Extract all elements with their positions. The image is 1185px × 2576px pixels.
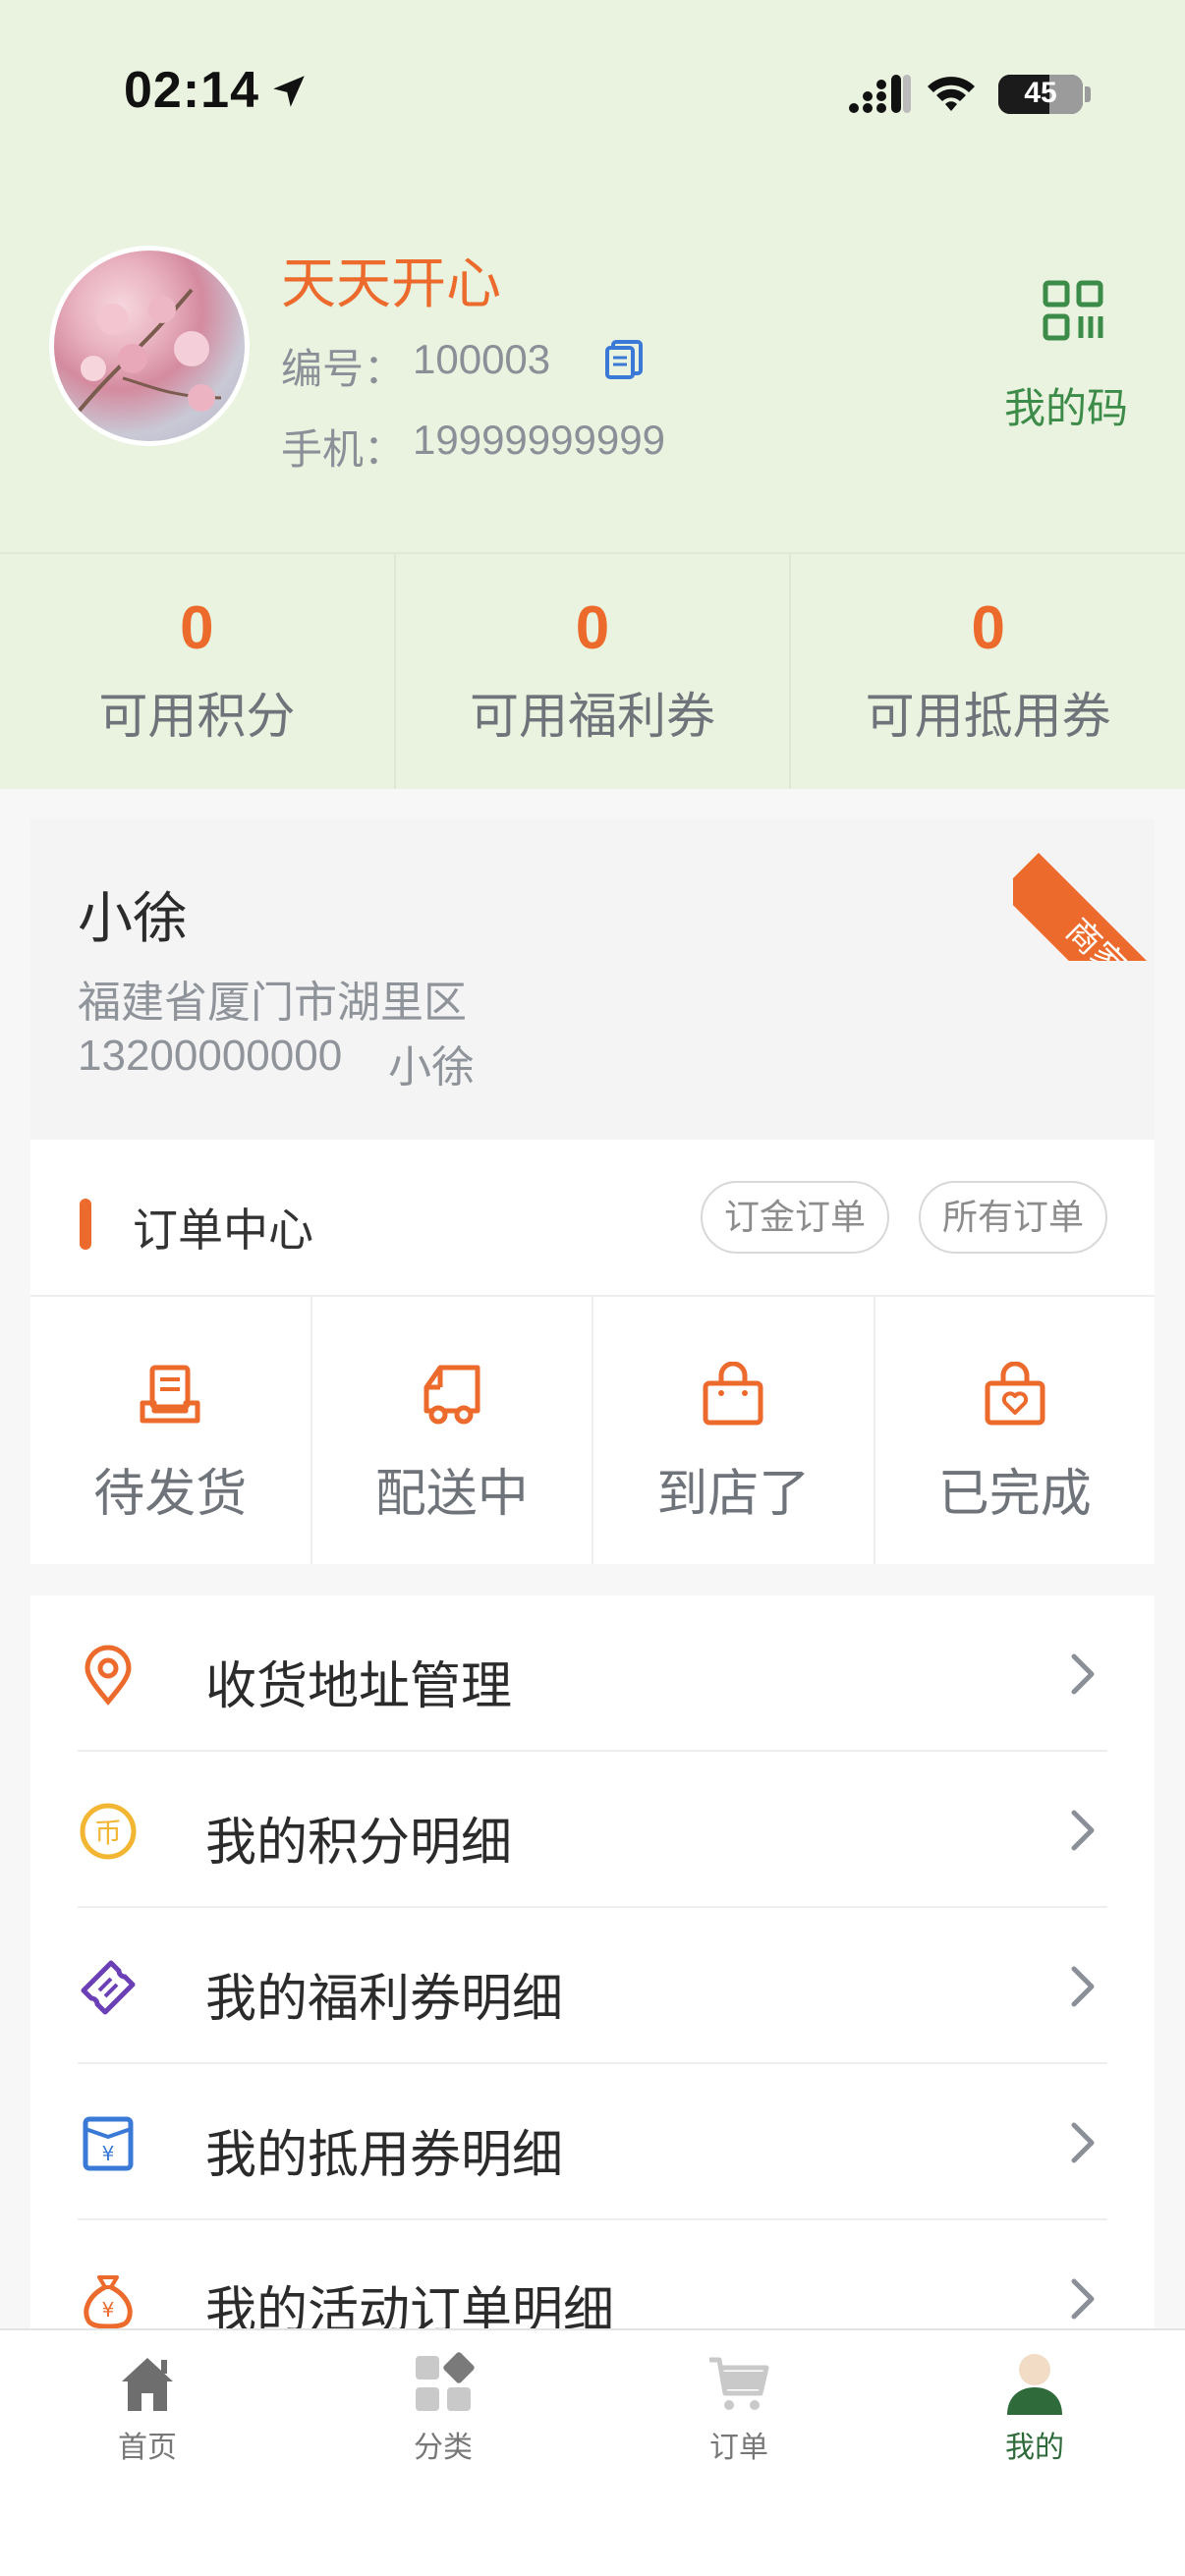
location-arrow-icon	[273, 76, 305, 107]
order-status-label: 到店了	[656, 1466, 811, 1523]
tab-label: 我的	[1005, 2432, 1064, 2464]
merchant-order-card: 小徐 福建省厦门市湖里区 13200000000 小徐 商家 订单中心 订金订单…	[30, 819, 1155, 1564]
menu-item-welfare-coupons[interactable]: 我的福利券明细	[78, 1908, 1107, 2064]
stats-bar: 0 可用积分 0 可用福利券 0 可用抵用券	[0, 552, 1185, 789]
pending-shipment-icon	[140, 1365, 200, 1424]
merchant-badge-label: 商家	[1013, 853, 1155, 961]
tab-category[interactable]: 分类	[365, 2350, 522, 2466]
order-status-delivering[interactable]: 配送中	[312, 1297, 593, 1564]
chevron-right-icon	[1071, 1810, 1095, 1851]
merchant-address: 福建省厦门市湖里区	[78, 979, 467, 1027]
stat-points[interactable]: 0 可用积分	[0, 554, 396, 789]
location-pin-icon	[85, 1645, 132, 1706]
battery-level: 45	[1024, 77, 1057, 109]
order-status-label: 已完成	[937, 1466, 1092, 1523]
wifi-icon	[928, 77, 975, 111]
completed-bag-icon	[985, 1362, 1045, 1426]
order-center-title: 订单中心	[133, 1204, 313, 1256]
tab-profile[interactable]: 我的	[956, 2350, 1113, 2466]
menu-list: 收货地址管理 币 我的积分明细 我的福利券明细 ¥ 我的抵用券明细 ¥ 我的活动…	[30, 1596, 1155, 2377]
user-phone-label: 手机：	[281, 426, 406, 473]
home-icon	[122, 2358, 173, 2411]
shopping-bag-icon	[703, 1362, 763, 1426]
chevron-right-icon	[1071, 2278, 1095, 2320]
tab-label: 分类	[414, 2432, 473, 2464]
tab-home[interactable]: 首页	[69, 2350, 226, 2466]
chevron-right-icon	[1071, 2122, 1095, 2163]
user-phone-value: 19999999999	[413, 417, 665, 463]
svg-text:¥: ¥	[102, 2142, 115, 2165]
tab-orders[interactable]: 订单	[660, 2350, 818, 2466]
all-orders-button[interactable]: 所有订单	[919, 1181, 1108, 1254]
menu-item-label: 我的抵用券明细	[205, 2127, 564, 2184]
user-name: 天天开心	[281, 252, 501, 314]
ticket-icon	[81, 1960, 136, 2015]
menu-item-vouchers[interactable]: ¥ 我的抵用券明细	[78, 2064, 1107, 2220]
section-marker	[80, 1199, 91, 1250]
order-status-label: 配送中	[374, 1466, 529, 1523]
stat-label: 可用积分	[98, 689, 296, 744]
bottom-tab-bar: 首页 分类 订单 我的	[0, 2328, 1185, 2576]
profile-header: 02:14 45 天天开心 编号： 100003 手机： 19999999999…	[0, 0, 1185, 789]
stat-welfare-coupons[interactable]: 0 可用福利券	[396, 554, 792, 789]
order-status-grid: 待发货 配送中 到店了 已完成	[30, 1297, 1155, 1564]
tab-label: 订单	[709, 2432, 768, 2464]
copy-icon[interactable]	[603, 338, 645, 381]
my-qr-code-button[interactable]: 我的码	[1004, 375, 1128, 435]
svg-text:币: 币	[94, 1817, 122, 1849]
stat-label: 可用抵用券	[865, 689, 1111, 744]
menu-item-points[interactable]: 币 我的积分明细	[78, 1752, 1107, 1908]
svg-text:¥: ¥	[102, 2298, 115, 2322]
battery-icon: 45	[998, 75, 1083, 114]
order-status-pending-shipment[interactable]: 待发货	[30, 1297, 312, 1564]
voucher-icon: ¥	[83, 2116, 134, 2171]
menu-item-label: 我的福利券明细	[205, 1971, 564, 2028]
user-id-value: 100003	[413, 336, 551, 382]
stat-vouchers[interactable]: 0 可用抵用券	[791, 554, 1185, 789]
order-status-completed[interactable]: 已完成	[875, 1297, 1156, 1564]
battery-cap	[1085, 86, 1091, 102]
delivery-truck-icon	[423, 1365, 480, 1425]
order-status-label: 待发货	[93, 1466, 248, 1523]
avatar[interactable]	[49, 246, 250, 446]
coin-icon: 币	[80, 1803, 137, 1860]
stat-value: 0	[180, 594, 214, 662]
cart-icon	[709, 2357, 769, 2410]
menu-item-label: 收货地址管理	[205, 1658, 513, 1715]
merchant-contact: 小徐	[388, 1043, 475, 1092]
merchant-name: 小徐	[78, 887, 188, 949]
merchant-badge: 商家	[1013, 819, 1155, 961]
money-bag-icon: ¥	[84, 2275, 133, 2329]
deposit-orders-button[interactable]: 订金订单	[701, 1181, 890, 1254]
merchant-phone: 13200000000	[78, 1032, 343, 1080]
user-id-label: 编号：	[281, 346, 406, 392]
stat-value: 0	[575, 594, 610, 662]
status-bar: 02:14 45	[0, 0, 1185, 187]
menu-item-address[interactable]: 收货地址管理	[78, 1596, 1107, 1752]
profile-icon	[1007, 2354, 1062, 2415]
category-icon	[416, 2352, 475, 2411]
merchant-info[interactable]: 小徐 福建省厦门市湖里区 13200000000 小徐 商家	[30, 819, 1155, 1140]
status-time: 02:14	[124, 62, 259, 119]
stat-label: 可用福利券	[470, 689, 715, 744]
stat-value: 0	[971, 594, 1005, 662]
cellular-signal-icon	[849, 75, 911, 113]
order-status-arrived[interactable]: 到店了	[593, 1297, 875, 1564]
chevron-right-icon	[1071, 1966, 1095, 2007]
chevron-right-icon	[1071, 1653, 1095, 1695]
order-center-header: 订单中心 订金订单 所有订单	[30, 1140, 1155, 1297]
qr-code-icon[interactable]	[1042, 279, 1104, 342]
menu-item-label: 我的积分明细	[205, 1815, 513, 1872]
tab-label: 首页	[118, 2432, 177, 2464]
